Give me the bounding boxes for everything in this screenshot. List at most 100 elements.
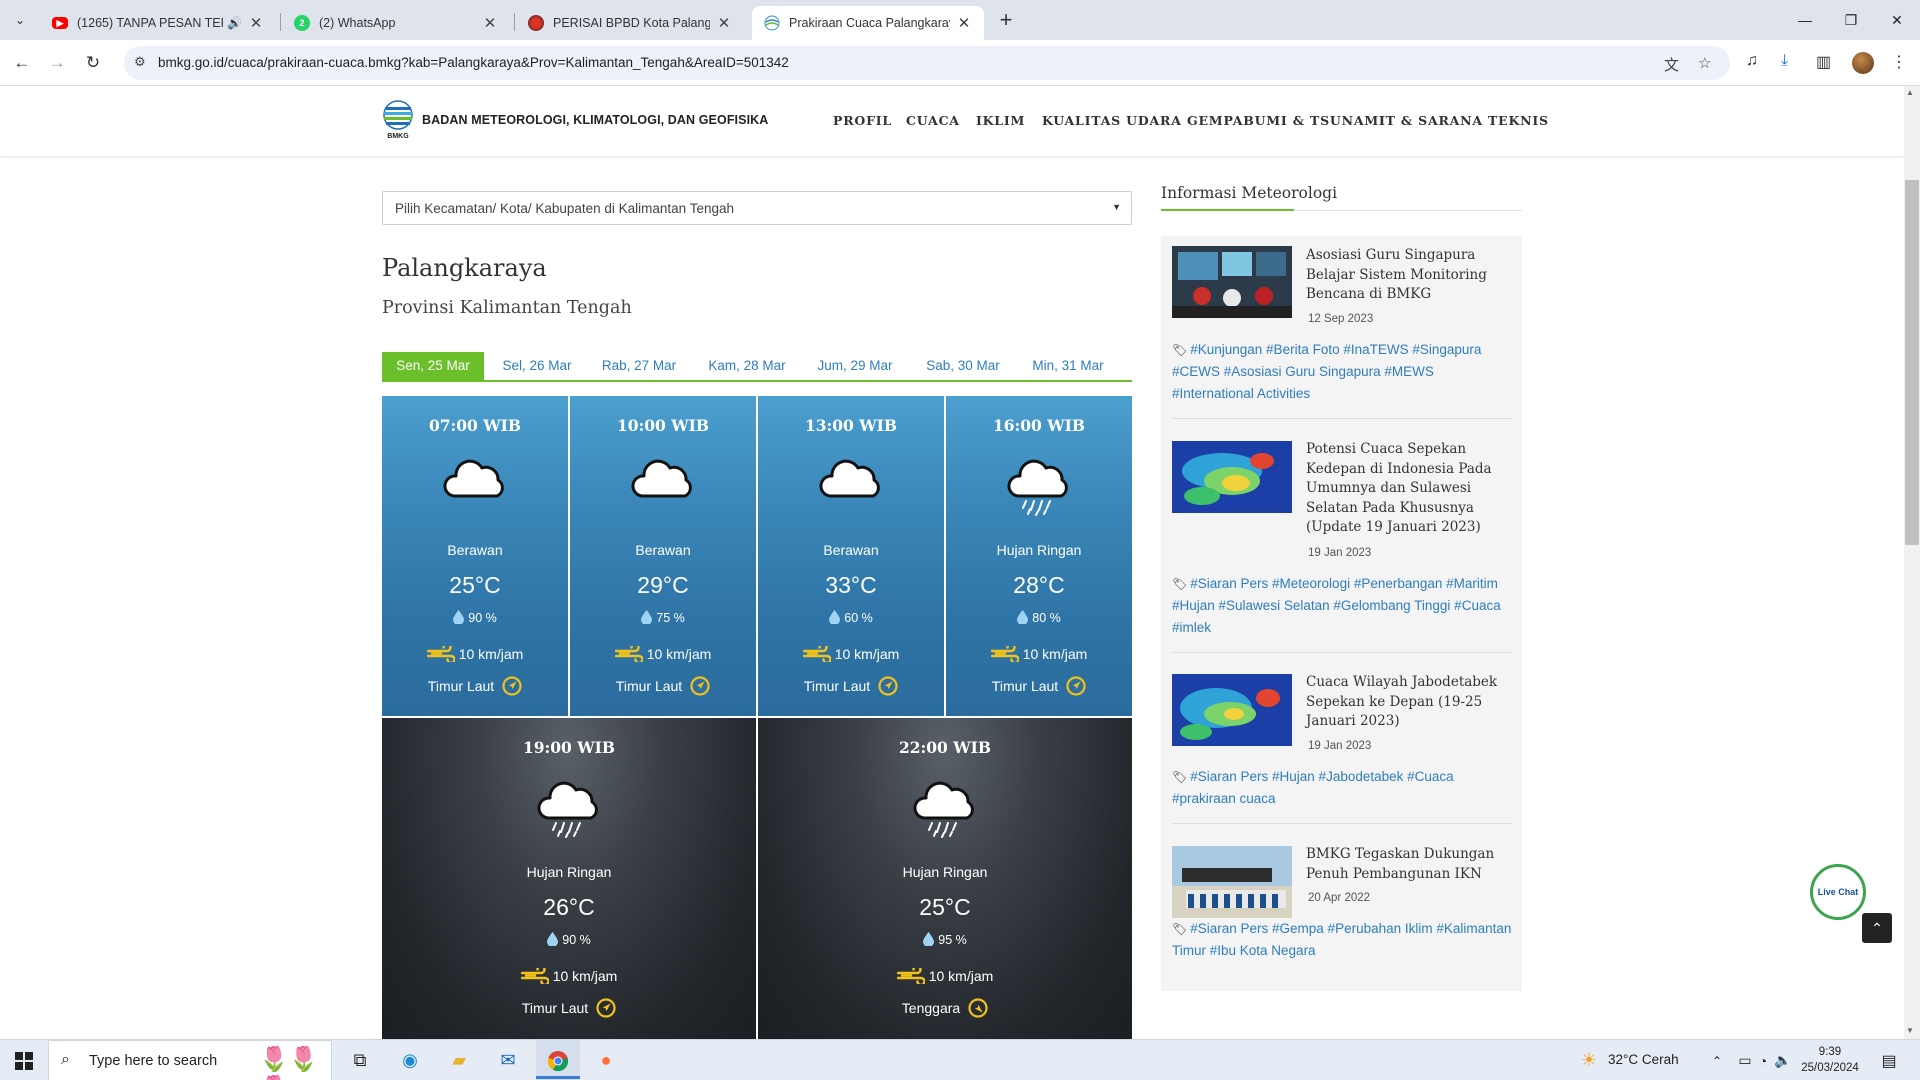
tab-day-jum-29[interactable]: Jum, 29 Mar bbox=[810, 352, 900, 380]
forecast-temperature: 29°C bbox=[637, 572, 689, 598]
humidity-value: 75 % bbox=[656, 611, 685, 625]
file-explorer-icon[interactable]: ▰ bbox=[439, 1040, 479, 1080]
notifications-icon[interactable]: ▤ bbox=[1874, 1040, 1904, 1080]
tab-day-sen-25[interactable]: Sen, 25 Mar bbox=[382, 352, 484, 380]
mail-icon[interactable]: ✉ bbox=[488, 1040, 528, 1080]
forecast-condition: Berawan bbox=[823, 542, 879, 558]
side-panel-icon[interactable]: ▥ bbox=[1816, 52, 1831, 72]
tag-icon: 🏷 bbox=[1172, 922, 1188, 936]
audio-playing-icon[interactable]: 🔊 bbox=[227, 16, 242, 30]
nav-iklim[interactable]: IKLIM bbox=[976, 113, 1025, 128]
firefox-icon[interactable]: ● bbox=[586, 1040, 626, 1080]
profile-avatar[interactable] bbox=[1852, 52, 1874, 74]
nav-gempabumi-tsunami[interactable]: GEMPABUMI & TSUNAMI bbox=[1187, 113, 1386, 128]
news-tags-text[interactable]: #Siaran Pers #Gempa #Perubahan Iklim #Ka… bbox=[1172, 921, 1511, 958]
org-name[interactable]: BADAN METEOROLOGI, KLIMATOLOGI, DAN GEOF… bbox=[422, 113, 768, 127]
translate-icon[interactable]: ⽂ bbox=[1664, 54, 1679, 75]
news-tags-1[interactable]: 🏷 #Kunjungan #Berita Foto #InaTEWS #Singa… bbox=[1172, 339, 1512, 405]
new-tab-button[interactable]: + bbox=[992, 6, 1020, 34]
bookmark-star-icon[interactable]: ☆ bbox=[1698, 54, 1711, 72]
taskbar-clock[interactable]: 9:39 25/03/2024 bbox=[1800, 1044, 1860, 1076]
tab-day-sab-30[interactable]: Sab, 30 Mar bbox=[918, 352, 1008, 380]
chrome-menu-icon[interactable]: ⋮ bbox=[1891, 52, 1907, 72]
news-title-4[interactable]: BMKG Tegaskan Dukungan Penuh Pembangunan… bbox=[1306, 845, 1506, 884]
task-view-icon[interactable]: ⧉ bbox=[340, 1040, 380, 1080]
news-tags-2[interactable]: 🏷 #Siaran Pers #Meteorologi #Penerbangan … bbox=[1172, 573, 1512, 639]
tab-day-kam-28[interactable]: Kam, 28 Mar bbox=[700, 352, 794, 380]
browser-tab-bpbd[interactable]: PERISAI BPBD Kota Palangka R ✕ bbox=[516, 6, 744, 40]
scroll-up-arrow-icon[interactable]: ▲ bbox=[1906, 88, 1914, 97]
tab-day-rab-27[interactable]: Rab, 27 Mar bbox=[594, 352, 684, 380]
site-info-icon[interactable]: ⚙ bbox=[134, 54, 146, 70]
news-title-3[interactable]: Cuaca Wilayah Jabodetabek Sepekan ke Dep… bbox=[1306, 673, 1506, 732]
download-icon[interactable]: ⤓ bbox=[1781, 52, 1788, 70]
tray-chevron-up-icon[interactable]: ⌃ bbox=[1706, 1040, 1728, 1080]
tab-close-icon[interactable]: ✕ bbox=[716, 14, 732, 32]
live-chat-button[interactable]: Live Chat bbox=[1810, 864, 1866, 920]
url-text[interactable]: bmkg.go.id/cuaca/prakiraan-cuaca.bmkg?ka… bbox=[158, 55, 789, 70]
network-icon[interactable]: ◔ bbox=[1752, 1040, 1774, 1080]
tab-close-icon[interactable]: ✕ bbox=[248, 14, 264, 32]
scrollbar-thumb[interactable] bbox=[1905, 180, 1919, 545]
news-tags-text[interactable]: #Kunjungan #Berita Foto #InaTEWS #Singap… bbox=[1172, 342, 1481, 401]
back-to-top-button[interactable]: ⌃ bbox=[1862, 913, 1892, 943]
nav-kualitas-udara[interactable]: KUALITAS UDARA bbox=[1042, 113, 1182, 128]
tab-title: (1265) TANPA PESAN TERA bbox=[77, 16, 224, 30]
tab-close-icon[interactable]: ✕ bbox=[956, 14, 972, 32]
location-select-label: Pilih Kecamatan/ Kota/ Kabupaten di Kali… bbox=[395, 201, 734, 216]
forecast-card: 19:00 WIB Hujan Ringan 26°C 90 % 10 km/jam Ti… bbox=[382, 718, 756, 1039]
compass-icon bbox=[690, 676, 710, 699]
news-tags-3[interactable]: 🏷 #Siaran Pers #Hujan #Jabodetabek #Cuaca… bbox=[1172, 766, 1512, 810]
edge-icon[interactable]: ◉ bbox=[390, 1040, 430, 1080]
scroll-down-arrow-icon[interactable]: ▼ bbox=[1906, 1026, 1914, 1035]
reload-button[interactable]: ↻ bbox=[80, 50, 106, 76]
forecast-card: 16:00 WIB Hujan Ringan 28°C 80 % 10 km/jam Ti… bbox=[946, 396, 1132, 716]
taskbar-weather[interactable]: 32°C Cerah bbox=[1608, 1052, 1679, 1067]
restore-button[interactable]: ❐ bbox=[1828, 0, 1874, 40]
forecast-time: 16:00 WIB bbox=[992, 416, 1086, 435]
minimize-button[interactable]: — bbox=[1782, 0, 1828, 40]
close-window-button[interactable]: ✕ bbox=[1874, 0, 1920, 40]
news-tags-text[interactable]: #Siaran Pers #Hujan #Jabodetabek #Cuaca … bbox=[1172, 769, 1454, 806]
location-select[interactable]: Pilih Kecamatan/ Kota/ Kabupaten di Kali… bbox=[382, 191, 1132, 225]
forecast-time: 10:00 WIB bbox=[616, 416, 710, 435]
back-button[interactable]: ← bbox=[9, 50, 35, 76]
news-divider bbox=[1172, 823, 1512, 824]
tab-day-min-31[interactable]: Min, 31 Mar bbox=[1022, 352, 1114, 380]
weather-sun-icon[interactable]: ☀ bbox=[1578, 1040, 1600, 1080]
nav-cuaca[interactable]: CUACA bbox=[906, 113, 960, 128]
humidity-drop-icon bbox=[1017, 610, 1029, 627]
chrome-taskbar-icon[interactable] bbox=[536, 1040, 580, 1080]
news-thumbnail-3[interactable] bbox=[1172, 674, 1292, 746]
taskbar-search-box[interactable]: ⌕ Type here to search 🌷🌷🌷 bbox=[48, 1040, 332, 1080]
youtube-icon: ▶ bbox=[52, 17, 68, 29]
browser-tab-youtube[interactable]: ▶ (1265) TANPA PESAN TERA 🔊 ✕ bbox=[40, 6, 276, 40]
news-tags-4[interactable]: 🏷 #Siaran Pers #Gempa #Perubahan Iklim #K… bbox=[1172, 918, 1512, 962]
bmkg-logo[interactable]: BMKG bbox=[382, 100, 414, 140]
news-thumbnail-1[interactable] bbox=[1172, 246, 1292, 318]
browser-tab-bmkg[interactable]: Prakiraan Cuaca Palangkaraya - ✕ bbox=[752, 6, 984, 40]
news-title-1[interactable]: Asosiasi Guru Singapura Belajar Sistem M… bbox=[1306, 246, 1506, 305]
humidity-drop-icon bbox=[923, 932, 935, 949]
bmkg-icon bbox=[764, 15, 780, 31]
news-title-2[interactable]: Potensi Cuaca Sepekan Kedepan di Indones… bbox=[1306, 440, 1506, 538]
forecast-time: 22:00 WIB bbox=[898, 738, 992, 757]
chevron-down-icon: ▼ bbox=[1112, 202, 1121, 212]
wind-icon bbox=[426, 642, 456, 665]
news-divider bbox=[1172, 652, 1512, 653]
browser-tab-whatsapp[interactable]: 2 (2) WhatsApp ✕ bbox=[282, 6, 510, 40]
media-control-icon[interactable]: ♫ bbox=[1746, 52, 1758, 70]
news-thumbnail-2[interactable] bbox=[1172, 441, 1292, 513]
news-tags-text[interactable]: #Siaran Pers #Meteorologi #Penerbangan #… bbox=[1172, 576, 1501, 635]
nav-it-sarana-teknis[interactable]: IT & SARANA TEKNIS bbox=[1379, 113, 1549, 128]
volume-icon[interactable]: 🔈 bbox=[1772, 1040, 1794, 1080]
tab-day-sel-26[interactable]: Sel, 26 Mar bbox=[492, 352, 582, 380]
tab-search-menu[interactable]: ⌄ bbox=[8, 8, 32, 32]
forward-button[interactable]: → bbox=[44, 50, 70, 76]
tab-close-icon[interactable]: ✕ bbox=[482, 14, 498, 32]
news-thumbnail-4[interactable] bbox=[1172, 846, 1292, 918]
windows-start-icon[interactable] bbox=[4, 1040, 44, 1080]
address-bar[interactable]: ⚙ bmkg.go.id/cuaca/prakiraan-cuaca.bmkg?… bbox=[124, 46, 1730, 80]
forecast-time: 13:00 WIB bbox=[804, 416, 898, 435]
nav-profil[interactable]: PROFIL bbox=[833, 113, 892, 128]
